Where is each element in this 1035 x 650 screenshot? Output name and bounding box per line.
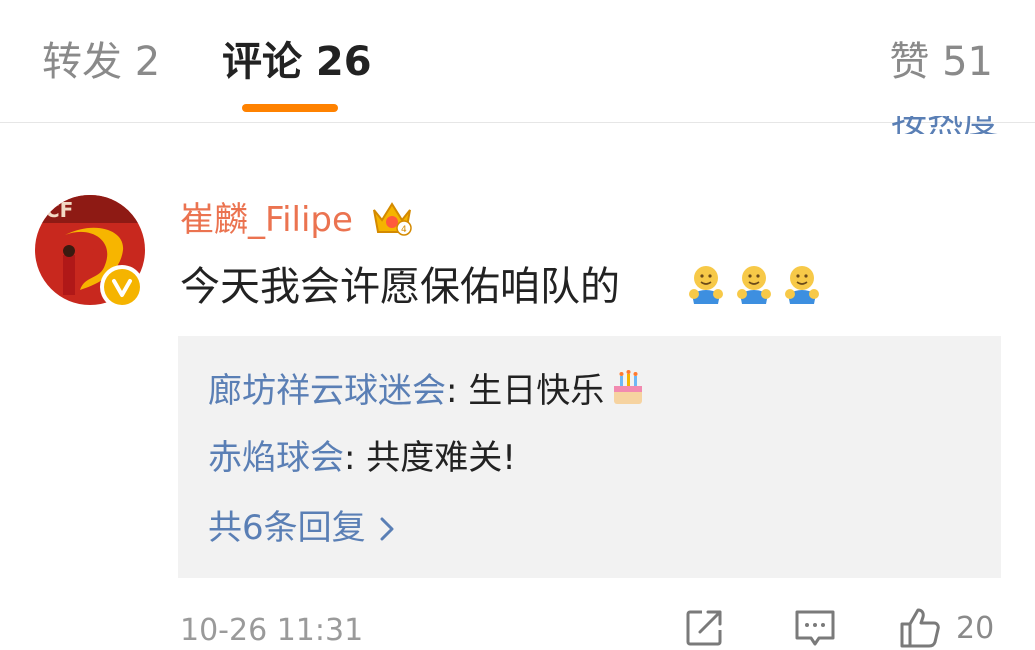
reply-separator: : <box>344 438 367 478</box>
comment-username[interactable]: 崔麟_Filipe <box>180 198 353 242</box>
tab-comments[interactable]: 评论 26 <box>222 38 372 86</box>
tab-likes[interactable]: 赞 51 <box>889 38 993 86</box>
reply-separator: : <box>446 371 469 411</box>
sort-label: 按热度 <box>891 116 999 134</box>
active-tab-indicator <box>242 104 338 112</box>
share-button[interactable] <box>682 606 726 650</box>
reply-text: 共度难关! <box>366 438 516 478</box>
reply-item[interactable]: 廊坊祥云球迷会: 生日快乐 <box>208 368 648 413</box>
chevron-right-icon <box>380 517 394 541</box>
reply-author[interactable]: 赤焰球会 <box>208 438 344 478</box>
replies-box[interactable]: 廊坊祥云球迷会: 生日快乐 赤焰球会: 共度难关! 共6条回复 <box>178 336 1001 578</box>
tab-bar: 转发 2 评论 26 赞 51 <box>0 0 1035 123</box>
hug-emoji-icon <box>689 266 723 304</box>
more-replies-label: 共6条回复 <box>208 508 366 548</box>
more-replies-link[interactable]: 共6条回复 <box>208 506 396 550</box>
verified-badge-icon <box>100 265 144 309</box>
member-crown-icon: 4 <box>370 198 414 238</box>
svg-text:4: 4 <box>401 225 407 235</box>
reply-text: 生日快乐 <box>468 371 605 411</box>
comment-text: 今天我会许愿保佑咱队的 <box>180 264 620 310</box>
comment-timestamp: 10-26 11:31 <box>180 613 364 648</box>
cake-emoji-icon <box>614 370 643 404</box>
reply-button[interactable] <box>793 606 837 650</box>
sort-toggle[interactable]: 按热度 <box>849 116 999 134</box>
svg-text:CF: CF <box>45 198 73 222</box>
reply-item[interactable]: 赤焰球会: 共度难关! <box>208 436 516 480</box>
like-button[interactable]: 20 <box>898 606 994 650</box>
comment-icon <box>795 610 835 646</box>
thumbs-up-icon <box>900 608 940 648</box>
hug-emoji-icon <box>785 266 819 304</box>
like-count: 20 <box>956 610 995 646</box>
comment-emojis <box>686 262 822 306</box>
reply-author[interactable]: 廊坊祥云球迷会 <box>208 371 446 411</box>
hug-emoji-icon <box>737 266 771 304</box>
share-icon <box>686 610 722 646</box>
tab-repost[interactable]: 转发 2 <box>42 38 160 86</box>
